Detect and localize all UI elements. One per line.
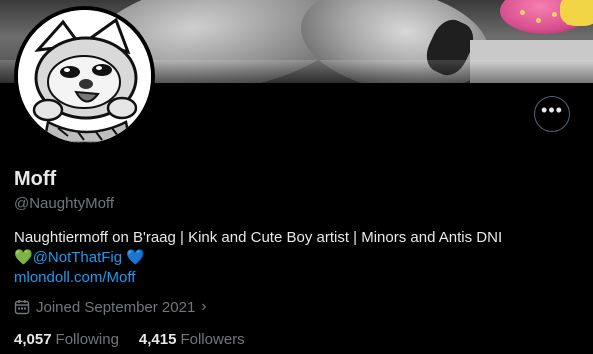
profile-handle: @NaughtyMoff: [14, 195, 114, 212]
chevron-right-icon: ›: [201, 298, 207, 315]
banner-shape: [560, 0, 593, 26]
bio-line: Naughtiermoff on B'raag | Kink and Cute …: [14, 229, 503, 246]
followers-link[interactable]: 4,415 Followers: [139, 331, 245, 348]
following-label: Following: [55, 331, 119, 348]
more-horizontal-icon: •••: [541, 100, 563, 120]
followers-count: 4,415: [138, 331, 177, 348]
calendar-icon: [14, 300, 30, 315]
more-options-button[interactable]: •••: [534, 96, 570, 132]
joined-label: Joined September 2021: [36, 298, 196, 316]
profile-display-name: Moff: [14, 168, 57, 190]
following-count: 4,057: [14, 331, 52, 348]
joined-date[interactable]: Joined September 2021 ›: [14, 298, 207, 316]
blue-heart-icon: 💙: [126, 249, 145, 266]
avatar-illustration: [18, 10, 151, 143]
follow-stats: 4,057 Following 4,415 Followers: [14, 331, 265, 348]
followers-label: Followers: [180, 331, 245, 348]
website-link[interactable]: mlondoll.com/Moff: [14, 268, 584, 288]
bio-mention-link[interactable]: @NotThatFig: [33, 249, 122, 266]
profile-bio: Naughtiermoff on B'raag | Kink and Cute …: [14, 228, 584, 288]
green-heart-icon: 💚: [14, 249, 33, 266]
profile-avatar[interactable]: [14, 6, 155, 147]
bio-line: 💚@NotThatFig 💙: [14, 248, 584, 268]
avatar-image: [18, 10, 151, 143]
following-link[interactable]: 4,057 Following: [14, 331, 119, 348]
